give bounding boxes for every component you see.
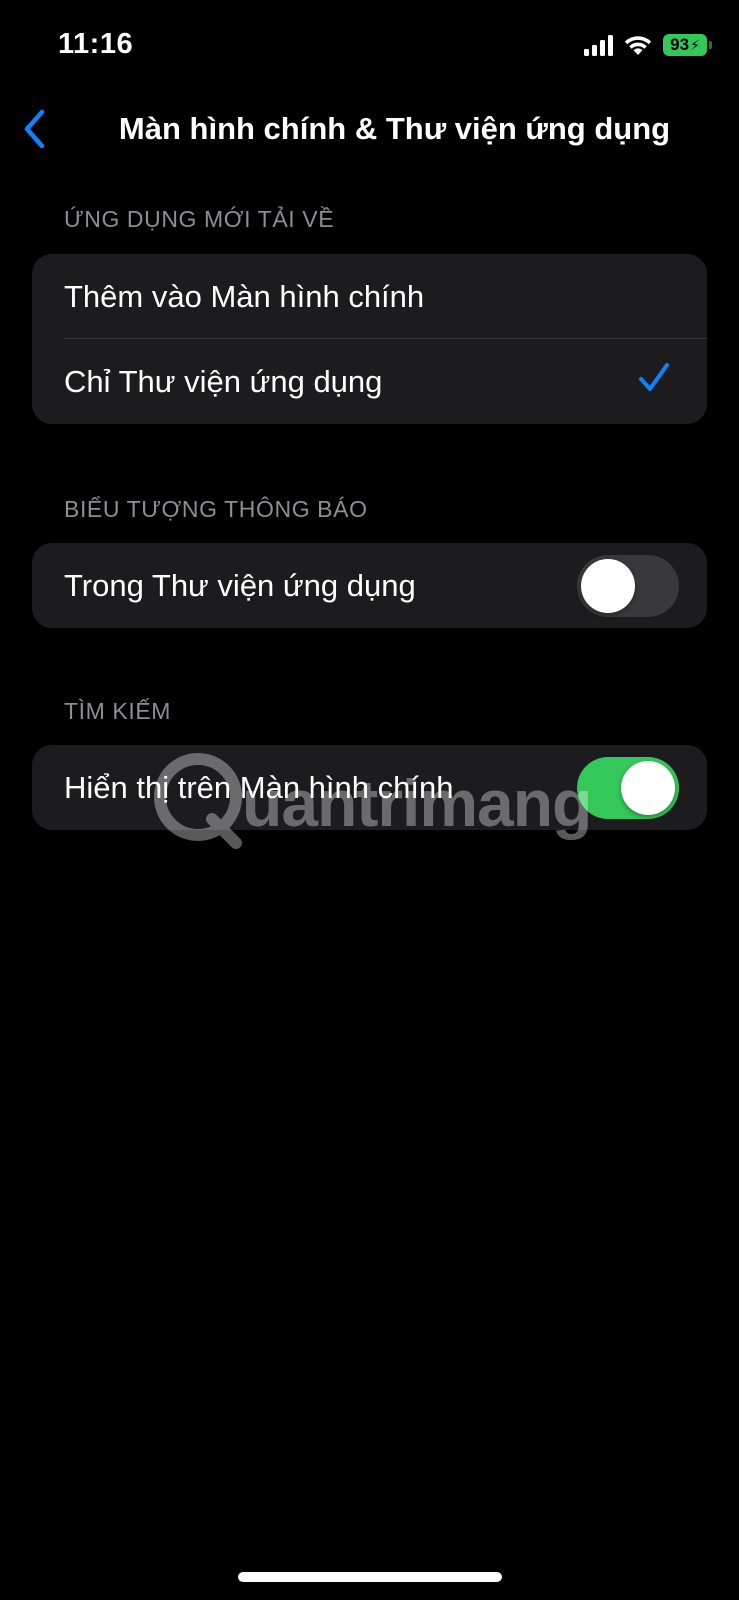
show-in-app-library-toggle[interactable] (577, 555, 679, 617)
wifi-icon (624, 36, 652, 55)
status-time: 11:16 (58, 28, 134, 60)
back-button[interactable] (10, 103, 60, 155)
badges-group: Trong Thư viện ứng dụng (32, 543, 707, 628)
toggle-knob (621, 761, 675, 815)
charging-bolt-icon: ⚡ (690, 36, 700, 53)
option-add-to-home-screen[interactable]: Thêm vào Màn hình chính (32, 254, 707, 339)
toggle-label: Trong Thư viện ứng dụng (64, 567, 416, 603)
navigation-bar: Màn hình chính & Thư viện ứng dụng (0, 95, 739, 165)
row-show-in-app-library: Trong Thư viện ứng dụng (32, 543, 707, 628)
option-label: Thêm vào Màn hình chính (64, 278, 425, 314)
section-header-search: TÌM KIẾM (64, 698, 172, 724)
page-title: Màn hình chính & Thư viện ứng dụng (118, 111, 671, 146)
search-group: Hiển thị trên Màn hình chính (32, 745, 707, 830)
status-icons: 93 ⚡ (584, 32, 712, 58)
section-header-new-apps: ỨNG DỤNG MỚI TẢI VỀ (64, 206, 335, 232)
battery-level: 93 (670, 35, 690, 54)
toggle-label: Hiển thị trên Màn hình chính (64, 769, 454, 805)
toggle-knob (581, 559, 635, 613)
option-label: Chỉ Thư viện ứng dụng (64, 363, 383, 399)
status-bar: 11:16 93 ⚡ (0, 0, 739, 90)
option-app-library-only[interactable]: Chỉ Thư viện ứng dụng (32, 339, 707, 424)
cellular-signal-icon (584, 34, 613, 56)
chevron-left-icon (24, 109, 45, 149)
show-on-home-screen-toggle[interactable] (577, 757, 679, 819)
battery-icon: 93 ⚡ (663, 34, 712, 56)
section-header-badges: BIỂU TƯỢNG THÔNG BÁO (64, 496, 368, 522)
home-indicator[interactable] (238, 1572, 502, 1582)
new-apps-group: Thêm vào Màn hình chính Chỉ Thư viện ứng… (32, 254, 707, 424)
checkmark-icon (639, 363, 669, 391)
row-show-on-home-screen: Hiển thị trên Màn hình chính (32, 745, 707, 830)
